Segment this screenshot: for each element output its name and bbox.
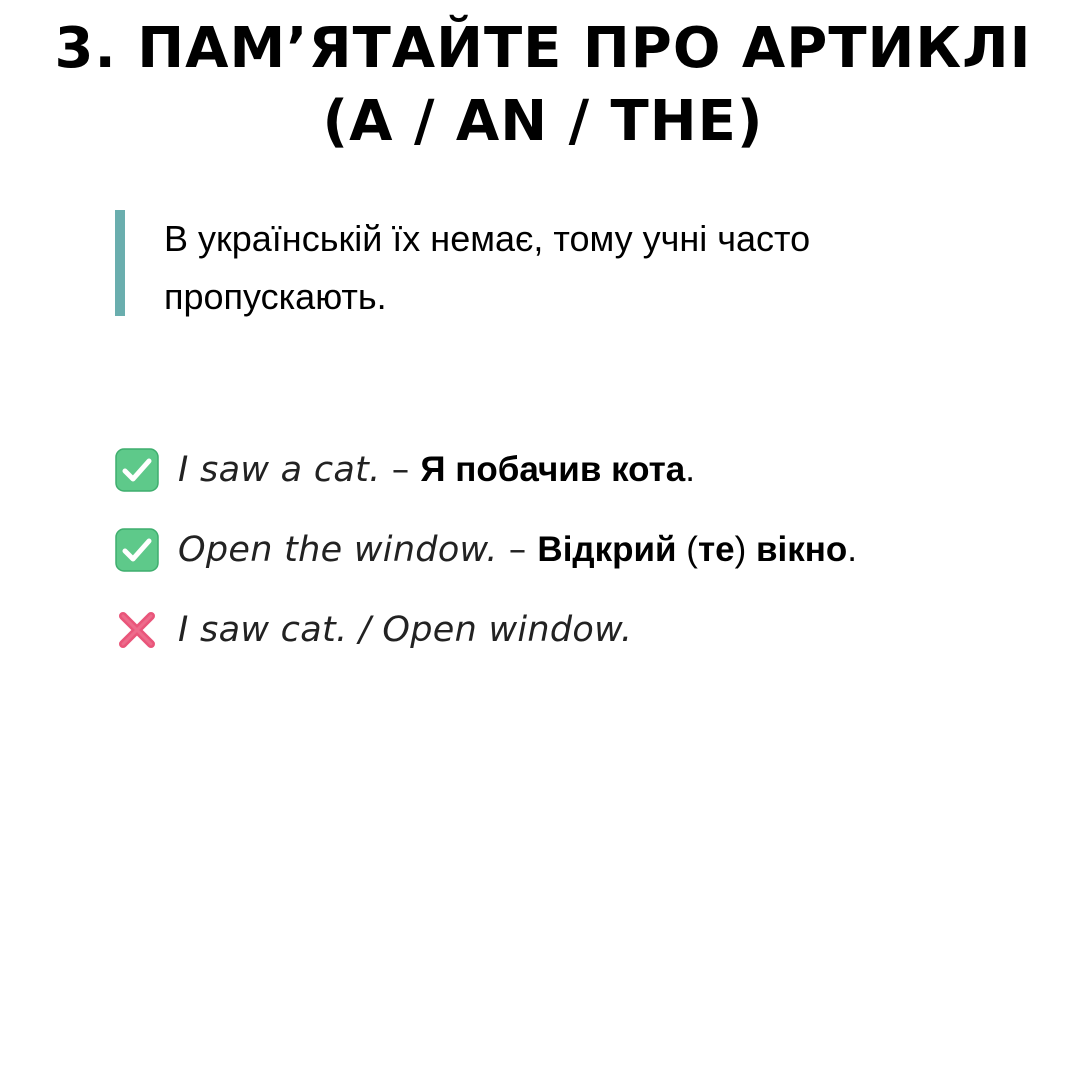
title-line-1: 3. ПАМ’ЯТАЙТЕ ПРО АРТИКЛІ	[54, 16, 1032, 81]
open-paren: (	[676, 530, 698, 569]
period: .	[685, 450, 695, 489]
ukrainian-word-2: те	[697, 530, 735, 569]
english-sentence: Open the window.	[178, 530, 498, 570]
quote-line-1: В українській їх немає, тому учні часто	[164, 218, 811, 259]
title-line-2: (A / AN / THE)	[322, 89, 764, 154]
quote-text: В українській їх немає, тому учні часто …	[164, 210, 984, 326]
slide-title: 3. ПАМ’ЯТАЙТЕ ПРО АРТИКЛІ (A / AN / THE)	[0, 12, 1086, 158]
example-text: Open the window. – Відкрий (те) вікно.	[178, 522, 857, 578]
quote-line-2: пропускають.	[164, 276, 387, 317]
check-mark-button-icon	[115, 448, 159, 492]
ukrainian-word-3: вікно	[755, 530, 848, 569]
example-correct-2: Open the window. – Відкрий (те) вікно.	[115, 522, 1055, 602]
slide: 3. ПАМ’ЯТАЙТЕ ПРО АРТИКЛІ (A / AN / THE)…	[0, 0, 1086, 1070]
example-correct-1: I saw a cat. – Я побачив кота.	[115, 442, 1055, 522]
period: .	[847, 530, 857, 569]
close-paren: )	[734, 530, 756, 569]
example-text: I saw cat. / Open window.	[178, 602, 632, 658]
check-mark-button-icon	[115, 528, 159, 572]
english-sentence: I saw a cat.	[178, 450, 381, 490]
example-incorrect: I saw cat. / Open window.	[115, 602, 1055, 682]
dash: –	[497, 530, 538, 570]
quote-block: В українській їх немає, тому учні часто …	[115, 210, 995, 317]
english-sentence: I saw cat. / Open window.	[178, 610, 633, 650]
ukrainian-translation: Я побачив кота	[420, 450, 686, 489]
ukrainian-word-1: Відкрий	[537, 530, 677, 569]
cross-mark-icon	[115, 608, 159, 652]
example-text: I saw a cat. – Я побачив кота.	[178, 442, 695, 498]
examples-list: I saw a cat. – Я побачив кота. Open the …	[115, 442, 1055, 682]
dash: –	[380, 450, 421, 490]
quote-accent-bar	[115, 210, 125, 316]
